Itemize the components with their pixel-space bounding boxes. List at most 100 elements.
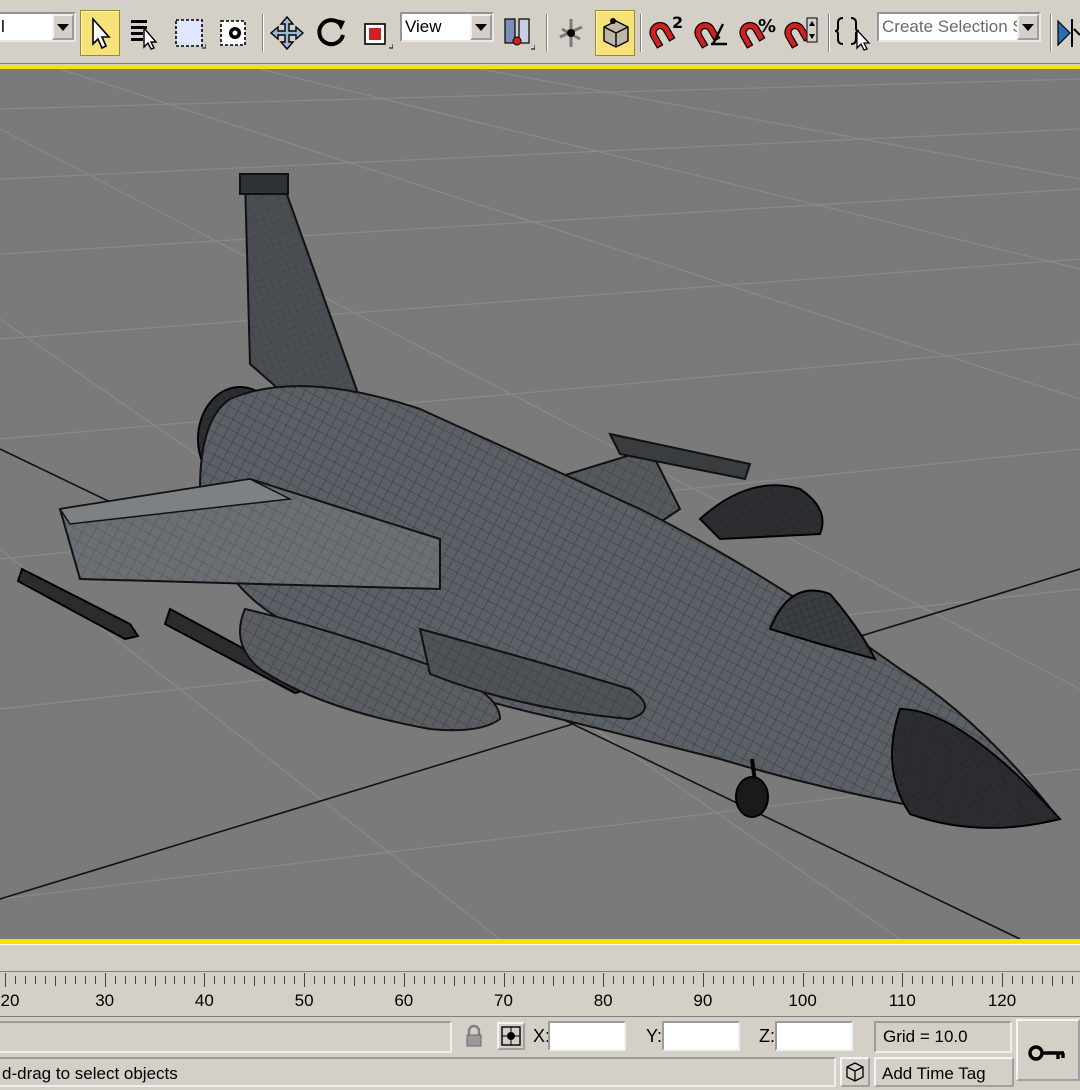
track-tick (433, 976, 435, 984)
track-tick (663, 976, 665, 984)
track-tick (672, 976, 674, 984)
set-key-button[interactable] (1016, 1019, 1080, 1081)
track-tick (772, 976, 774, 984)
track-tick (533, 976, 535, 984)
selection-lock-toggle[interactable] (463, 1024, 485, 1050)
track-tick (852, 976, 854, 986)
use-pivot-center-button[interactable] (498, 10, 538, 56)
select-by-name-button[interactable] (124, 10, 164, 56)
reference-coordinate-value: View (405, 17, 442, 36)
track-tick (353, 976, 355, 986)
track-tick-label: 20 (0, 991, 20, 1010)
track-tick (443, 976, 445, 984)
track-tick (324, 976, 326, 984)
track-tick (373, 976, 375, 984)
mirror-button[interactable] (1054, 10, 1080, 56)
track-tick (972, 976, 974, 984)
track-tick-label: 70 (494, 991, 513, 1010)
track-tick-label: 60 (394, 991, 414, 1010)
track-tick (24, 976, 26, 984)
select-and-manipulate-button[interactable] (551, 10, 591, 56)
keyboard-shortcut-override-button[interactable] (595, 10, 635, 56)
chevron-down-icon[interactable] (1017, 14, 1039, 40)
track-tick (952, 976, 954, 986)
snaps-toggle-button[interactable]: 2 (646, 10, 686, 56)
track-tick (403, 973, 405, 987)
track-tick (603, 973, 605, 987)
pivot-center-icon (504, 18, 535, 50)
track-tick (692, 976, 694, 984)
window-crossing-button[interactable] (214, 10, 254, 56)
track-tick (722, 976, 724, 984)
z-coordinate-label: Z: (759, 1026, 775, 1046)
prompt-line-panel: d-drag to select objects (0, 1057, 836, 1087)
track-tick (613, 976, 615, 984)
track-tick (363, 976, 365, 984)
track-tick (314, 976, 316, 984)
mirror-icon (1057, 19, 1080, 47)
angle-snap-icon (694, 21, 727, 49)
add-time-tag-button[interactable]: Add Time Tag (874, 1057, 1014, 1087)
track-tick (922, 976, 924, 984)
track-tick (623, 976, 625, 984)
track-tick (653, 976, 655, 986)
reference-coordinate-dropdown[interactable]: View (400, 12, 494, 42)
track-tick-label: 50 (294, 991, 314, 1010)
track-tick (742, 976, 744, 984)
track-tick (583, 976, 585, 984)
region-select-button[interactable] (169, 10, 209, 56)
move-icon (269, 15, 305, 51)
select-and-move-button[interactable] (267, 10, 307, 56)
track-tick (234, 976, 236, 984)
edit-named-selections-button[interactable] (833, 10, 873, 56)
track-tick-label: 80 (593, 991, 613, 1010)
track-tick (174, 976, 176, 984)
track-tick (184, 976, 186, 984)
track-tick (553, 976, 555, 986)
percent-snap-icon: % (739, 16, 776, 49)
track-tick (114, 976, 116, 984)
chevron-down-icon[interactable] (470, 14, 492, 40)
toolbar-separator (546, 14, 548, 52)
track-tick (493, 976, 495, 984)
select-and-scale-button[interactable] (356, 10, 396, 56)
track-bar[interactable]: 20 30 40 50 60 70 80 90 100 110 120 (0, 944, 1080, 1016)
track-tick (14, 976, 16, 984)
named-selection-set-dropdown[interactable]: Create Selection Set (877, 12, 1041, 42)
track-tick (483, 976, 485, 984)
track-tick (254, 976, 256, 986)
track-tick (523, 976, 525, 984)
select-object-button[interactable] (80, 10, 120, 56)
perspective-viewport[interactable] (0, 65, 1080, 943)
track-tick (832, 976, 834, 984)
selection-filter-toggle[interactable] (840, 1057, 870, 1087)
named-selection-icon (834, 17, 871, 51)
track-tick (104, 973, 106, 987)
select-and-rotate-button[interactable] (311, 10, 351, 56)
status-message-panel (0, 1021, 452, 1053)
track-tick (84, 976, 86, 984)
selection-filter-dropdown[interactable]: l (0, 12, 76, 42)
track-tick (473, 976, 475, 984)
z-coordinate-field[interactable] (775, 1021, 853, 1051)
track-tick (214, 976, 216, 984)
track-tick (882, 976, 884, 984)
selection-filter-value: l (1, 17, 5, 36)
y-coordinate-field[interactable] (662, 1021, 740, 1051)
x-coordinate-field[interactable] (548, 1021, 626, 1051)
track-tick (513, 976, 515, 984)
track-tick-label: 100 (788, 991, 817, 1010)
track-tick (1041, 976, 1043, 984)
chevron-down-icon[interactable] (52, 14, 74, 40)
track-tick (1051, 976, 1053, 986)
track-tick (413, 976, 415, 984)
track-bar-ruler[interactable] (0, 971, 1080, 987)
scale-icon (364, 23, 393, 49)
spinner-snap-toggle-button[interactable] (781, 10, 821, 56)
absolute-relative-transform-toggle[interactable] (497, 1022, 525, 1050)
angle-snap-toggle-button[interactable] (691, 10, 731, 56)
track-tick (74, 976, 76, 984)
select-by-name-icon (131, 20, 158, 50)
percent-snap-toggle-button[interactable]: % (736, 10, 776, 56)
track-tick (1031, 976, 1033, 984)
